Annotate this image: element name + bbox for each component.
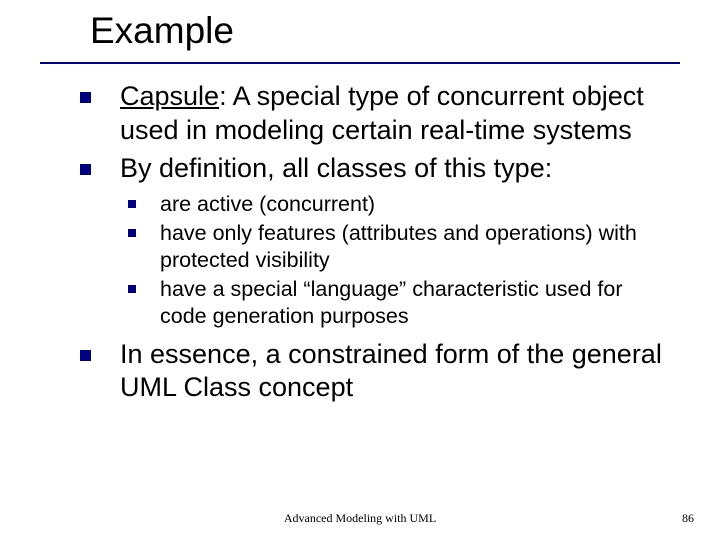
list-item: have a special “language” characteristic…: [128, 276, 670, 330]
bullet-icon: [80, 152, 120, 186]
list-item: have only features (attributes and opera…: [128, 220, 670, 274]
bullet-icon: [128, 276, 160, 330]
list-item: In essence, a constrained form of the ge…: [80, 338, 670, 406]
list-item-text: are active (concurrent): [160, 191, 670, 218]
list-item: By definition, all classes of this type:: [80, 152, 670, 186]
slide: Example Capsule: A special type of concu…: [0, 0, 720, 540]
list-item-text: have a special “language” characteristic…: [160, 276, 670, 330]
slide-title: Example: [90, 10, 234, 52]
bullet-icon: [80, 80, 120, 148]
term-underlined: Capsule: [120, 81, 219, 111]
list-item-text: By definition, all classes of this type:: [120, 152, 670, 186]
list-item: are active (concurrent): [128, 191, 670, 218]
slide-body: Capsule: A special type of concurrent ob…: [80, 80, 670, 409]
bullet-icon: [128, 191, 160, 218]
list-item: Capsule: A special type of concurrent ob…: [80, 80, 670, 148]
footer-title: Advanced Modeling with UML: [0, 511, 720, 526]
list-item-text: In essence, a constrained form of the ge…: [120, 338, 670, 406]
bullet-icon: [80, 338, 120, 406]
page-number: 86: [682, 511, 694, 526]
title-divider: [40, 62, 680, 64]
list-item-text: have only features (attributes and opera…: [160, 220, 670, 274]
sub-list: are active (concurrent) have only featur…: [128, 191, 670, 329]
list-item-text: Capsule: A special type of concurrent ob…: [120, 80, 670, 148]
bullet-icon: [128, 220, 160, 274]
